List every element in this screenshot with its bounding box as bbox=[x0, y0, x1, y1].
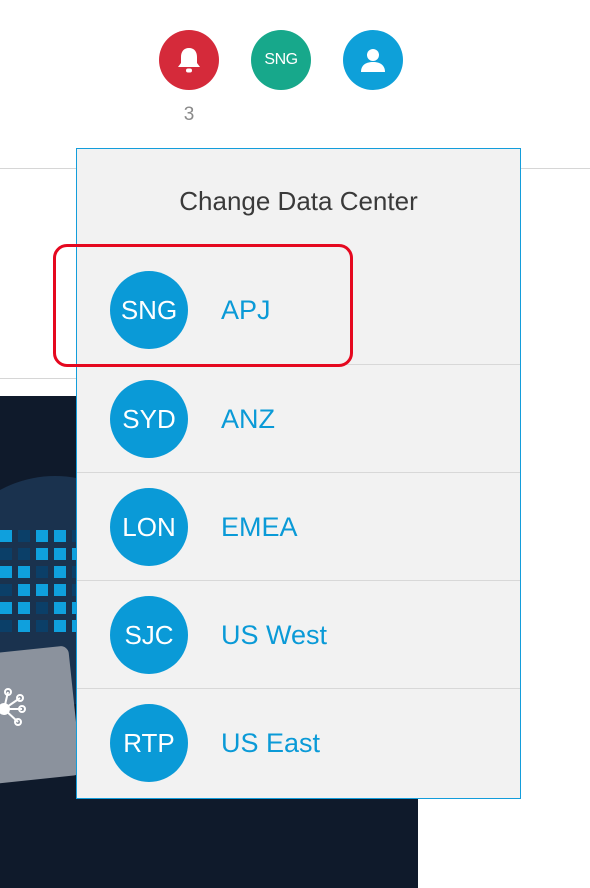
grid-tile bbox=[18, 566, 30, 578]
grid-tile bbox=[18, 530, 30, 542]
datacenter-region-label: ANZ bbox=[221, 404, 275, 434]
grid-tile bbox=[18, 602, 30, 614]
grid-tile bbox=[18, 548, 30, 560]
user-icon bbox=[361, 49, 385, 72]
user-profile-button[interactable] bbox=[343, 30, 403, 90]
grid-tile bbox=[54, 530, 66, 542]
grid-tile bbox=[0, 530, 12, 542]
datacenter-region-label: US West bbox=[221, 620, 328, 650]
grid-tile bbox=[18, 584, 30, 596]
grid-tile bbox=[0, 602, 12, 614]
grid-tile bbox=[36, 620, 48, 632]
grid-tile bbox=[54, 620, 66, 632]
grid-tile bbox=[54, 584, 66, 596]
datacenter-option-sjc[interactable]: SJC US West bbox=[77, 580, 520, 689]
datacenter-option-rtp[interactable]: RTP US East bbox=[77, 688, 520, 797]
content-divider bbox=[0, 378, 80, 379]
datacenter-region-label: EMEA bbox=[221, 512, 298, 542]
grid-tile bbox=[36, 566, 48, 578]
dropdown-title: Change Data Center bbox=[179, 186, 418, 216]
current-datacenter-code: SNG bbox=[264, 51, 298, 68]
selection-highlight-box bbox=[53, 244, 353, 367]
grid-tile bbox=[36, 602, 48, 614]
grid-tile bbox=[0, 584, 12, 596]
datacenter-code-badge: SJC bbox=[110, 596, 188, 674]
grid-tile bbox=[0, 620, 12, 632]
current-datacenter-badge[interactable]: SNG bbox=[251, 30, 311, 90]
grid-tile bbox=[0, 548, 12, 560]
datacenter-option-syd[interactable]: SYD ANZ bbox=[77, 364, 520, 473]
bell-icon bbox=[178, 48, 200, 73]
grid-tile bbox=[36, 584, 48, 596]
grid-tile bbox=[54, 548, 66, 560]
datacenter-code-badge: LON bbox=[110, 488, 188, 566]
grid-tile bbox=[54, 602, 66, 614]
grid-tile bbox=[18, 620, 30, 632]
notification-count: 3 bbox=[183, 104, 195, 125]
grid-tile bbox=[0, 566, 12, 578]
grid-tile bbox=[36, 548, 48, 560]
datacenter-option-lon[interactable]: LON EMEA bbox=[77, 472, 520, 581]
datacenter-code-badge: RTP bbox=[110, 704, 188, 782]
datacenter-region-label: US East bbox=[221, 728, 321, 758]
notifications-button[interactable] bbox=[159, 30, 219, 90]
grid-tile bbox=[36, 530, 48, 542]
network-icon bbox=[0, 688, 26, 726]
datacenter-code-badge: SYD bbox=[110, 380, 188, 458]
grid-tile bbox=[54, 566, 66, 578]
